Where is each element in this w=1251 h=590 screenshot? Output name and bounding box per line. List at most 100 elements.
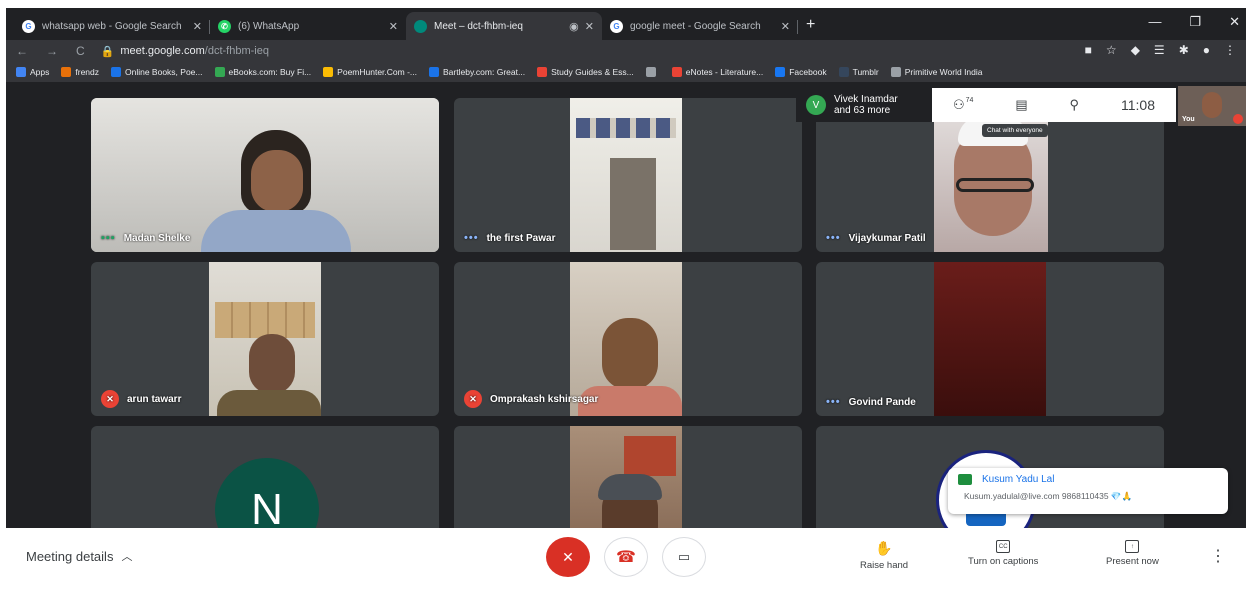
bookmark-item[interactable]: Online Books, Poe... — [111, 67, 203, 77]
extension-icon[interactable]: ☰ — [1154, 43, 1165, 57]
puzzle-icon[interactable]: ✱ — [1179, 43, 1189, 57]
chat-icon[interactable]: ▤ — [1015, 97, 1027, 113]
activities-icon[interactable]: ⚲ — [1070, 97, 1080, 113]
minimize-icon[interactable]: — — [1148, 14, 1161, 30]
participant-name: Omprakash kshirsagar — [490, 393, 599, 405]
participants-text: Vivek Inamdar and 63 more — [834, 94, 898, 116]
tab-meet-search[interactable]: G google meet - Google Search ✕ — [602, 12, 798, 40]
participant-tile: ▪▪▪ Madan Shelke — [91, 98, 439, 252]
bookmark-item[interactable]: Tumblr — [838, 67, 879, 77]
raise-hand-button[interactable]: ✋ Raise hand — [860, 540, 908, 571]
forward-icon[interactable]: → — [46, 44, 58, 58]
close-window-icon[interactable]: ✕ — [1229, 14, 1240, 30]
self-view[interactable]: You — [1178, 86, 1246, 126]
bookmark-item[interactable]: frendz — [61, 67, 99, 77]
tab-whatsapp[interactable]: ✆ (6) WhatsApp ✕ — [210, 12, 406, 40]
leave-call-button[interactable]: ☎ — [604, 537, 648, 577]
tab-divider — [797, 20, 798, 34]
participant-label: ✕ Omprakash kshirsagar — [464, 390, 598, 408]
participant-tile: ••• Govind Pande — [816, 262, 1164, 416]
captions-icon: CC — [996, 540, 1011, 553]
bookmark-icon — [838, 67, 849, 77]
mic-off-icon: ✕ — [464, 390, 482, 408]
participant-face — [251, 150, 303, 212]
people-icon: ⚇ — [952, 97, 965, 112]
participant-face — [1202, 92, 1222, 118]
participant-shirt — [217, 390, 321, 416]
participant-name: Govind Pande — [848, 396, 916, 408]
bookmark-item[interactable]: eNotes - Literature... — [671, 67, 763, 77]
chat-notification[interactable]: Kusum Yadu Lal Kusum.yadulal@live.com 98… — [948, 468, 1228, 514]
bookmark-item[interactable]: Primitive World India — [890, 67, 983, 77]
raise-hand-label: Raise hand — [860, 560, 909, 571]
present-now-button[interactable]: ↑ Present now — [1106, 540, 1159, 567]
participants-chip[interactable]: V Vivek Inamdar and 63 more — [796, 88, 936, 122]
bookmark-icon — [214, 67, 225, 77]
tab-meet[interactable]: Meet – dct-fhbm-ieq ◉ ✕ — [406, 12, 602, 40]
bookmark-icon — [111, 67, 121, 77]
whatsapp-icon: ✆ — [218, 19, 231, 33]
bookmark-item[interactable]: Bartleby.com: Great... — [429, 67, 525, 77]
bookmark-item[interactable]: eBooks.com: Buy Fi... — [214, 67, 311, 77]
hand-icon: ✋ — [875, 540, 893, 556]
participant-video — [934, 262, 1046, 416]
bookmark-icon — [61, 67, 72, 77]
profile-icon[interactable]: ● — [1203, 43, 1210, 57]
meet-stage: ▪▪▪ Madan Shelke ••• the first Pawar •••… — [6, 82, 1246, 580]
wall-photos — [576, 118, 676, 138]
mic-off-icon: ✕ — [562, 548, 574, 565]
tooltip: Chat with everyone — [982, 124, 1048, 137]
more-options-icon[interactable]: ⋮ — [1210, 546, 1226, 566]
camera-icon[interactable]: ■ — [1085, 43, 1092, 57]
tab-whatsapp-search[interactable]: G whatsapp web - Google Search ✕ — [14, 12, 210, 40]
window-controls: — ❐ ✕ — [1148, 14, 1240, 30]
bookmark-icon — [429, 67, 440, 77]
address-bar[interactable]: 🔒 meet.google.com/dct-fhbm-ieq — [101, 45, 269, 58]
new-tab-button[interactable]: + — [806, 16, 815, 34]
bookmark-item[interactable] — [645, 67, 660, 77]
mic-off-icon — [1233, 114, 1243, 124]
more-options-icon[interactable]: ••• — [464, 232, 479, 244]
maximize-icon[interactable]: ❐ — [1189, 14, 1201, 30]
close-icon[interactable]: ✕ — [389, 20, 398, 33]
participant-face — [249, 334, 295, 394]
bookmark-icon — [16, 67, 26, 77]
bookmark-label: Apps — [30, 67, 50, 77]
star-icon[interactable]: ☆ — [1106, 43, 1117, 57]
bookmark-item[interactable]: Study Guides & Ess... — [537, 67, 634, 77]
more-options-icon[interactable]: ••• — [826, 232, 841, 244]
bookmark-icon — [537, 67, 548, 77]
tab-title: whatsapp web - Google Search — [42, 20, 182, 32]
participant-label: ••• Vijaykumar Patil — [826, 232, 926, 244]
close-icon[interactable]: ✕ — [193, 20, 202, 33]
bookmark-item[interactable]: Apps — [16, 67, 49, 77]
bookmark-item[interactable]: Facebook — [775, 67, 827, 77]
chat-sender-row: Kusum Yadu Lal — [958, 474, 1218, 485]
bookmark-item[interactable]: PoemHunter.Com -... — [323, 67, 417, 77]
menu-icon[interactable]: ⋮ — [1224, 43, 1236, 57]
bookmark-label: Online Books, Poe... — [125, 67, 203, 77]
bookmark-label: Bartleby.com: Great... — [443, 67, 526, 77]
nav-buttons: ← → C — [16, 44, 85, 58]
microphone-toggle-button[interactable]: ✕ — [546, 537, 590, 577]
window-blinds — [215, 302, 315, 338]
participant-face — [602, 318, 658, 390]
speaking-indicator-icon: ▪▪▪ — [101, 232, 116, 244]
camera-toggle-button[interactable]: ▭ — [662, 537, 706, 577]
meeting-details-label: Meeting details — [26, 548, 114, 564]
people-button[interactable]: ⚇ 74 — [953, 97, 973, 113]
chat-icon — [958, 474, 972, 485]
extension-icon[interactable]: ◆ — [1131, 43, 1140, 57]
captions-button[interactable]: CC Turn on captions — [968, 540, 1038, 567]
back-icon[interactable]: ← — [16, 44, 28, 58]
close-icon[interactable]: ✕ — [585, 20, 594, 33]
tab-title: (6) WhatsApp — [238, 20, 300, 32]
more-options-icon[interactable]: ••• — [826, 396, 841, 408]
google-icon: G — [610, 19, 623, 33]
close-icon[interactable]: ✕ — [781, 20, 790, 33]
glasses — [956, 178, 1034, 192]
meeting-details-button[interactable]: Meeting details ︿ — [26, 548, 132, 564]
participant-label: ▪▪▪ Madan Shelke — [101, 232, 190, 244]
reload-icon[interactable]: C — [76, 44, 85, 58]
chevron-up-icon: ︿ — [121, 551, 133, 563]
